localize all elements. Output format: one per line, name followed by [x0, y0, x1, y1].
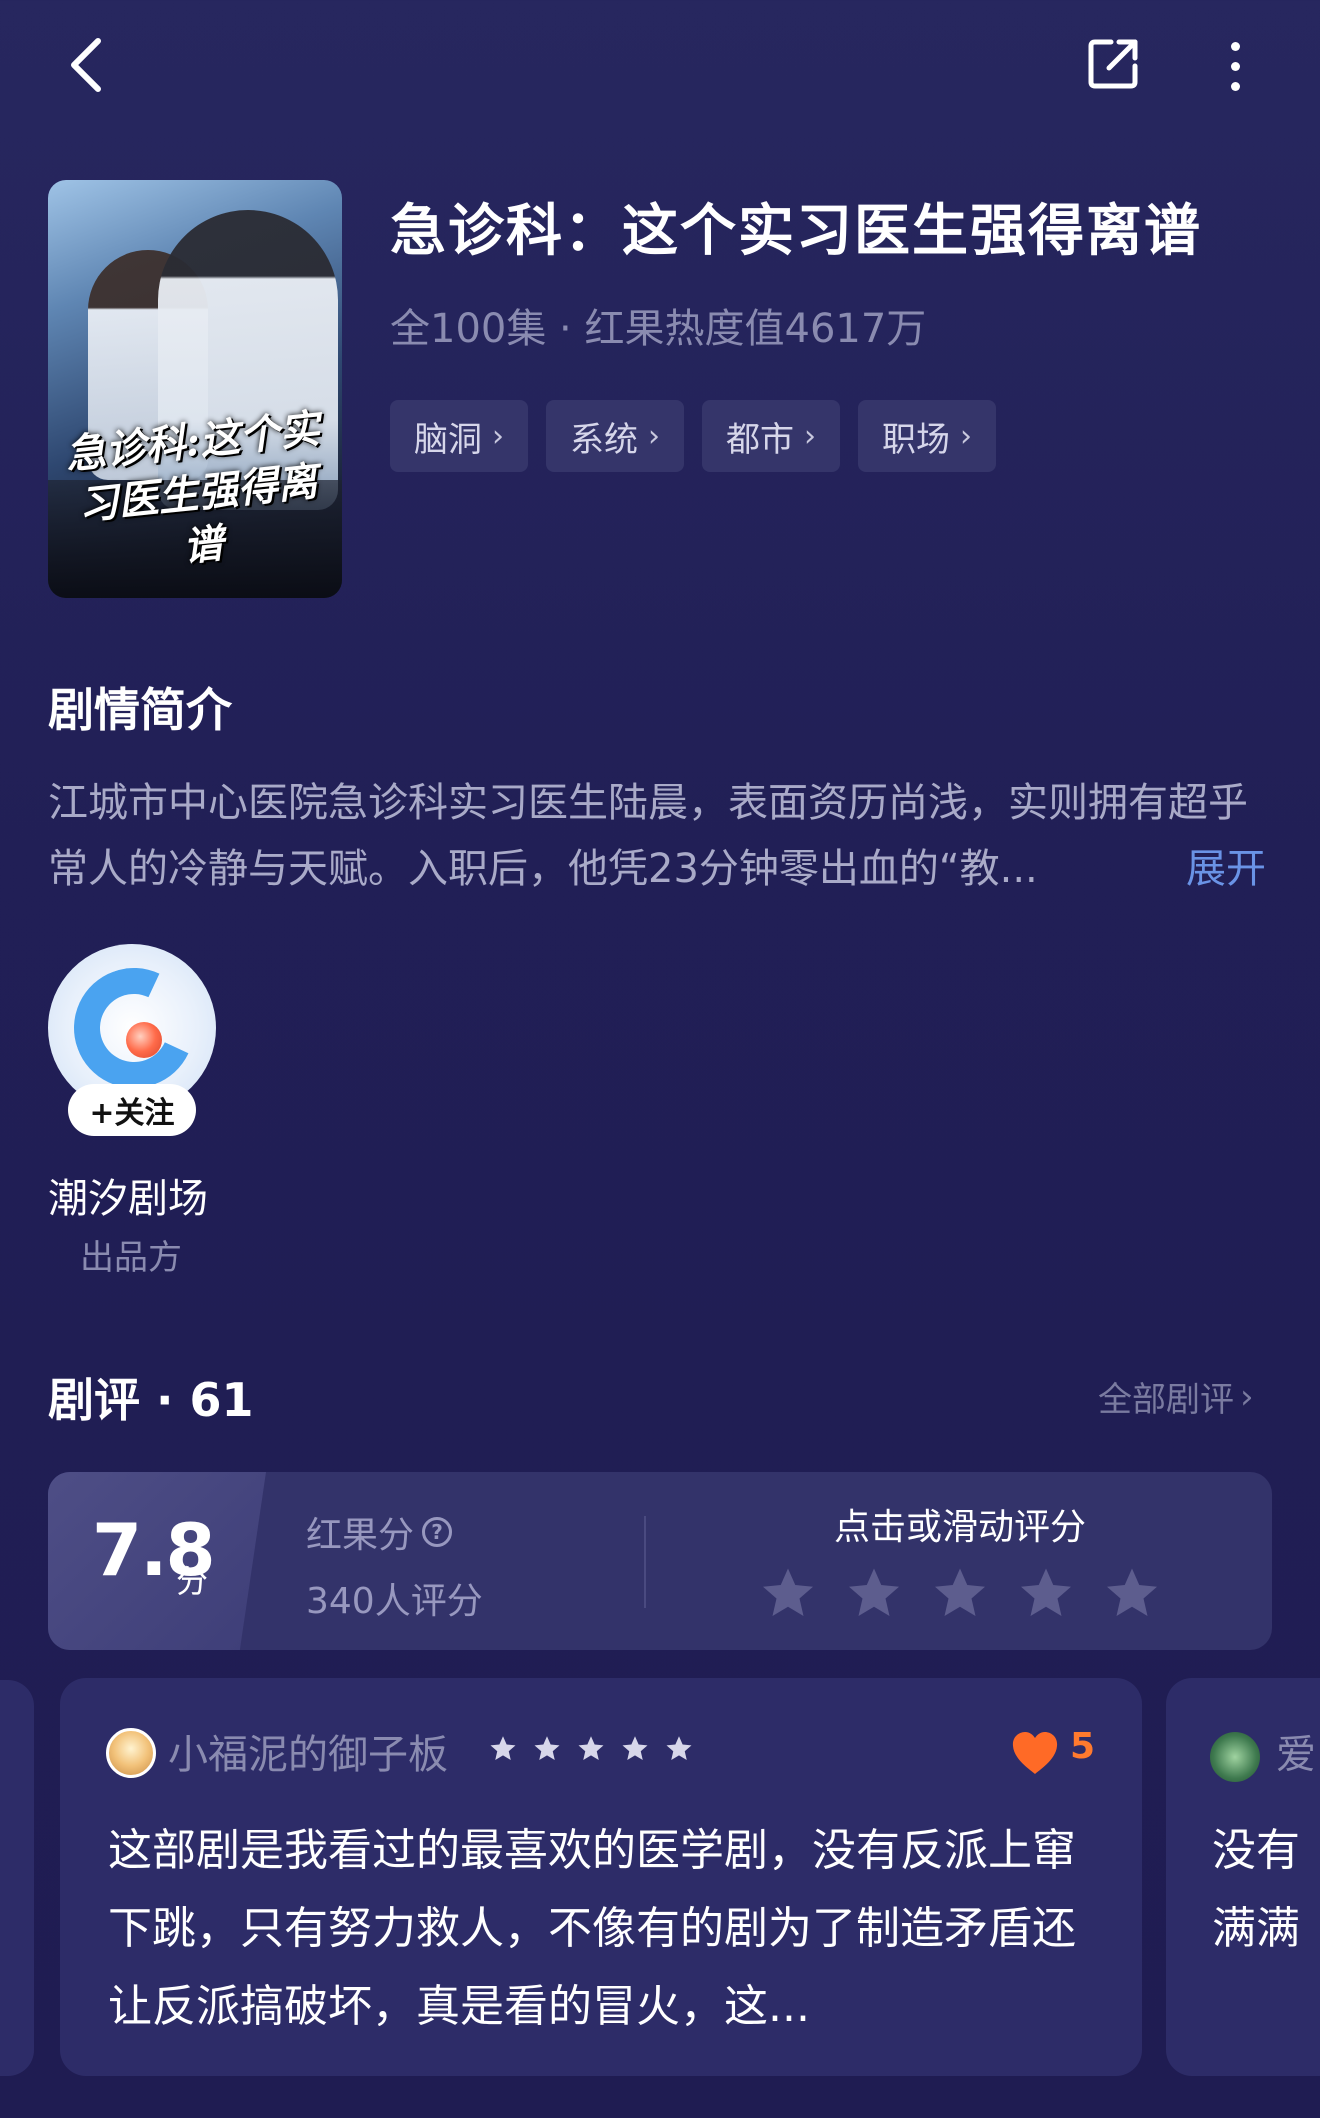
show-meta: 全100集 · 红果热度值4617万	[390, 306, 927, 352]
rate-star-icon[interactable]	[930, 1564, 990, 1624]
all-reviews-link[interactable]: 全部剧评 ›	[1098, 1372, 1254, 1421]
share-icon	[1088, 39, 1138, 89]
review-stars	[488, 1734, 694, 1764]
rating-label: 红果分 ?	[306, 1506, 453, 1558]
poster-title: 急诊科:这个实习医生强得离谱	[63, 405, 322, 571]
reviewer-name[interactable]: 小福泥的御子板	[168, 1722, 448, 1780]
synopsis-heading: 剧情简介	[48, 683, 232, 737]
rate-star-picker[interactable]	[758, 1564, 1162, 1624]
star-icon	[578, 1736, 604, 1760]
tag-item[interactable]: 脑洞 ›	[390, 400, 528, 472]
star-icon	[666, 1736, 692, 1760]
rating-count: 340人评分	[306, 1581, 483, 1622]
more-button[interactable]	[1210, 36, 1260, 96]
star-icon	[622, 1736, 648, 1760]
reviewer-name[interactable]: 爱	[1276, 1722, 1316, 1780]
page-title: 急诊科：这个实习医生强得离谱	[390, 199, 1202, 264]
divider	[644, 1516, 646, 1608]
chevron-right-icon: ›	[960, 418, 972, 454]
share-button[interactable]	[1085, 36, 1145, 96]
chevron-left-icon	[71, 38, 101, 92]
back-button[interactable]	[56, 30, 116, 100]
tag-item[interactable]: 系统 ›	[546, 400, 684, 472]
chevron-right-icon: ›	[492, 418, 504, 454]
rating-card: 7.8 分 红果分 ? 340人评分 点击或滑动评分	[48, 1472, 1272, 1650]
review-card-prev[interactable]	[0, 1680, 34, 2076]
tag-item[interactable]: 都市 ›	[702, 400, 840, 472]
review-card[interactable]: 小福泥的御子板 5 这部剧是我看过的最喜欢的医学剧，没有反派上窜下跳，只有努力救…	[60, 1678, 1142, 2076]
rate-star-icon[interactable]	[844, 1564, 904, 1624]
rate-star-icon[interactable]	[758, 1564, 818, 1624]
star-icon	[490, 1736, 516, 1760]
follow-button[interactable]: +关注	[68, 1084, 196, 1136]
more-vertical-icon	[1230, 41, 1240, 51]
star-icon	[534, 1736, 560, 1760]
review-text: 没有 满满	[1212, 1825, 1300, 1954]
chevron-right-icon: ›	[804, 418, 816, 454]
reviews-heading: 剧评 · 61	[48, 1373, 254, 1427]
avatar[interactable]	[1210, 1732, 1260, 1782]
like-count: 5	[1070, 1726, 1096, 1767]
rate-prompt: 点击或滑动评分	[834, 1507, 1087, 1548]
chevron-right-icon: ›	[1240, 1376, 1254, 1417]
help-icon[interactable]: ?	[422, 1517, 453, 1547]
heart-icon[interactable]	[1010, 1730, 1060, 1776]
poster-image[interactable]: 急诊科:这个实习医生强得离谱	[48, 180, 342, 598]
chevron-right-icon: ›	[648, 418, 660, 454]
tag-list: 脑洞 › 系统 › 都市 › 职场 ›	[390, 400, 996, 472]
avatar[interactable]	[106, 1728, 156, 1778]
producer-role: 出品方	[80, 1238, 182, 1278]
rating-unit: 分	[176, 1562, 209, 1600]
review-card-next[interactable]: 爱 没有 满满	[1166, 1678, 1320, 2076]
review-text: 这部剧是我看过的最喜欢的医学剧，没有反派上窜下跳，只有努力救人，不像有的剧为了制…	[108, 1825, 1076, 2032]
rate-star-icon[interactable]	[1016, 1564, 1076, 1624]
synopsis-text: 江城市中心医院急诊科实习医生陆晨，表面资历尚浅，实则拥有超乎常人的冷静与天赋。入…	[48, 780, 1248, 892]
producer-name[interactable]: 潮汐剧场	[48, 1166, 208, 1224]
expand-link[interactable]: 展开	[1186, 836, 1266, 894]
rate-star-icon[interactable]	[1102, 1564, 1162, 1624]
tag-item[interactable]: 职场 ›	[858, 400, 996, 472]
